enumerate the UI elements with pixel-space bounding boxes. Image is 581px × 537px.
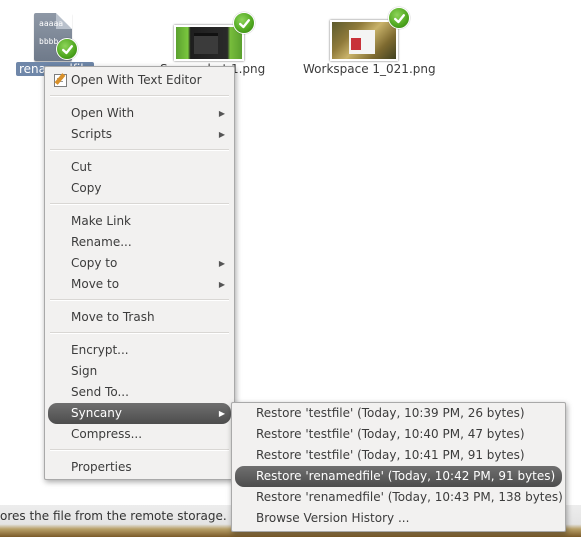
sync-check-icon: [233, 12, 255, 34]
menu-item-move-to-trash[interactable]: Move to Trash: [48, 307, 231, 328]
menu-item-label: Sign: [71, 364, 98, 378]
menu-item-label: Restore 'renamedfile' (Today, 10:42 PM, …: [256, 469, 556, 483]
menu-item-send-to[interactable]: Send To...: [48, 382, 231, 403]
menu-separator: [50, 449, 229, 451]
image-thumbnail[interactable]: [330, 20, 398, 61]
submenu-arrow-icon: ▶: [218, 109, 225, 118]
menu-item-properties[interactable]: Properties: [48, 457, 231, 478]
submenu-arrow-icon: ▶: [218, 130, 225, 139]
menu-item-compress[interactable]: Compress...: [48, 424, 231, 445]
menu-item-copy[interactable]: Copy: [48, 178, 231, 199]
submenu-arrow-icon: ▶: [218, 280, 225, 289]
menu-item-sign[interactable]: Sign: [48, 361, 231, 382]
submenu-item-restore-version[interactable]: Restore 'testfile' (Today, 10:41 PM, 91 …: [235, 445, 562, 466]
file-label-workspace[interactable]: Workspace 1_021.png: [303, 62, 436, 76]
submenu-item-restore-version[interactable]: Restore 'renamedfile' (Today, 10:43 PM, …: [235, 487, 563, 508]
menu-item-label: Send To...: [71, 385, 129, 399]
menu-separator: [50, 332, 229, 334]
menu-item-label: Open With Text Editor: [71, 73, 202, 87]
sync-check-icon: [388, 7, 410, 29]
text-editor-icon: [54, 73, 67, 87]
submenu-item-restore-version[interactable]: Restore 'testfile' (Today, 10:40 PM, 47 …: [235, 424, 562, 445]
menu-separator: [50, 203, 229, 205]
syncany-submenu: Restore 'testfile' (Today, 10:39 PM, 26 …: [231, 402, 566, 532]
menu-item-label: Move to: [71, 277, 120, 291]
menu-separator: [50, 95, 229, 97]
menu-item-label: Copy: [71, 181, 102, 195]
menu-item-label: Scripts: [71, 127, 113, 141]
menu-item-label: Syncany: [71, 406, 122, 420]
menu-item-label: Open With: [71, 106, 135, 120]
menu-item-label: Compress...: [71, 427, 143, 441]
status-text: ores the file from the remote storage.: [0, 509, 227, 523]
menu-item-open-with[interactable]: Open With ▶: [48, 103, 231, 124]
menu-item-label: Restore 'renamedfile' (Today, 10:43 PM, …: [256, 490, 563, 504]
submenu-item-browse-version-history[interactable]: Browse Version History ...: [235, 508, 562, 529]
submenu-item-restore-version[interactable]: Restore 'testfile' (Today, 10:39 PM, 26 …: [235, 403, 562, 424]
thumbnail-window: [194, 33, 218, 54]
menu-item-encrypt[interactable]: Encrypt...: [48, 340, 231, 361]
menu-item-open-with-text-editor[interactable]: Open With Text Editor: [48, 70, 231, 91]
menu-item-move-to[interactable]: Move to ▶: [48, 274, 231, 295]
image-thumbnail[interactable]: [174, 25, 244, 61]
menu-item-label: Restore 'testfile' (Today, 10:40 PM, 47 …: [256, 427, 525, 441]
menu-item-label: Encrypt...: [71, 343, 129, 357]
menu-item-label: Copy to: [71, 256, 118, 270]
menu-item-syncany[interactable]: Syncany ▶: [48, 403, 231, 424]
file-preview-line: aaaaa: [39, 19, 64, 28]
sync-check-icon: [56, 38, 78, 60]
menu-item-label: Restore 'testfile' (Today, 10:39 PM, 26 …: [256, 406, 525, 420]
menu-item-label: Properties: [71, 460, 132, 474]
thumbnail-logo: [351, 38, 361, 50]
menu-item-label: Move to Trash: [71, 310, 155, 324]
menu-item-label: Restore 'testfile' (Today, 10:41 PM, 91 …: [256, 448, 525, 462]
menu-item-label: Cut: [71, 160, 92, 174]
menu-separator: [50, 149, 229, 151]
menu-item-scripts[interactable]: Scripts ▶: [48, 124, 231, 145]
menu-separator: [50, 299, 229, 301]
menu-item-rename[interactable]: Rename...: [48, 232, 231, 253]
menu-item-copy-to[interactable]: Copy to ▶: [48, 253, 231, 274]
context-menu: Open With Text Editor Open With ▶ Script…: [44, 66, 235, 480]
menu-item-cut[interactable]: Cut: [48, 157, 231, 178]
menu-item-label: Browse Version History ...: [256, 511, 410, 525]
menu-item-make-link[interactable]: Make Link: [48, 211, 231, 232]
menu-item-label: Make Link: [71, 214, 131, 228]
submenu-item-restore-version[interactable]: Restore 'renamedfile' (Today, 10:42 PM, …: [235, 466, 562, 487]
submenu-arrow-icon: ▶: [218, 259, 225, 268]
submenu-arrow-icon: ▶: [218, 409, 225, 418]
file-preview-line: bbbb: [39, 37, 59, 46]
menu-item-label: Rename...: [71, 235, 132, 249]
